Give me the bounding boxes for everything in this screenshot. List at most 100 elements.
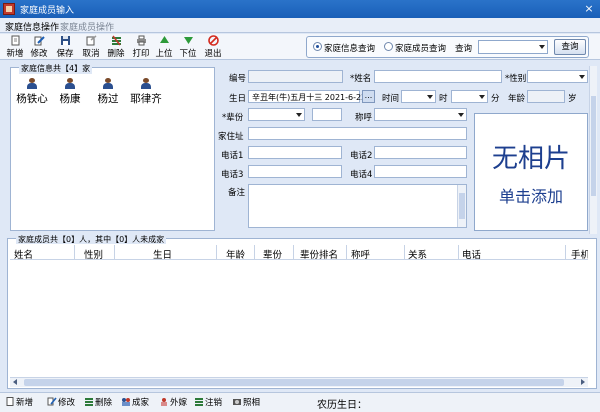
chevron-down-icon: [296, 113, 302, 117]
edit-icon: [47, 397, 57, 406]
member-new-label: 新增: [16, 398, 34, 408]
address-label: 家住址: [218, 132, 244, 142]
move-down-button[interactable]: 下位: [177, 35, 199, 59]
member-new-button[interactable]: 新增: [5, 396, 33, 408]
person-icon: [27, 78, 37, 89]
birth-label: 生日: [229, 94, 247, 104]
save-button[interactable]: 保存: [54, 35, 76, 59]
scroll-thumb[interactable]: [459, 193, 465, 219]
birth-field[interactable]: 辛丑年(牛)五月十三 2021-6-22: [248, 90, 366, 103]
col-divider: [565, 245, 566, 259]
gender-select[interactable]: [527, 70, 588, 83]
phone3-field[interactable]: [248, 165, 342, 178]
hour-select[interactable]: [401, 90, 436, 103]
family-item[interactable]: 耶律齐: [129, 78, 163, 106]
delete-button[interactable]: 删除: [105, 35, 127, 59]
edit-icon: [34, 36, 45, 46]
birth-value: 辛丑年(牛)五月十三 2021-6-22: [252, 93, 367, 102]
col-header[interactable]: 称呼: [351, 247, 370, 259]
exit-button[interactable]: 退出: [202, 35, 224, 59]
delete-icon: [111, 35, 121, 46]
family-item[interactable]: 杨康: [53, 78, 87, 106]
phone4-label: 电话4: [350, 170, 373, 180]
family-name: 杨铁心: [16, 93, 48, 105]
member-married-label: 成家: [132, 398, 150, 408]
chevron-down-icon: [579, 75, 585, 79]
minute-select[interactable]: [451, 90, 488, 103]
scroll-thumb[interactable]: [591, 96, 596, 196]
col-header[interactable]: 姓名: [14, 247, 33, 259]
person-icon: [103, 78, 113, 89]
cancel-icon: [86, 35, 96, 46]
members-panel: 家庭成员共【0】人，其中【0】人未成家: [7, 234, 597, 389]
member-deregister-label: 注销: [205, 398, 223, 408]
edit-button[interactable]: 修改: [28, 35, 50, 59]
col-header[interactable]: 电话: [462, 247, 481, 259]
query-label: 查询: [455, 44, 473, 54]
col-header[interactable]: 辈份排名: [300, 247, 338, 259]
title-select[interactable]: [374, 108, 467, 121]
save-icon: [60, 36, 70, 45]
phone1-field[interactable]: [248, 146, 342, 159]
generation-select[interactable]: [248, 108, 305, 121]
new-button[interactable]: 新增: [4, 35, 26, 59]
family-item[interactable]: 杨铁心: [15, 78, 49, 106]
query-combo[interactable]: [478, 40, 548, 54]
member-photo-button[interactable]: 照相: [232, 396, 260, 408]
col-divider: [114, 245, 115, 259]
phone4-field[interactable]: [374, 165, 467, 178]
col-header[interactable]: 生日: [153, 247, 172, 259]
generation-rank-field[interactable]: [312, 108, 342, 121]
chevron-down-icon: [539, 45, 545, 49]
col-divider: [254, 245, 255, 259]
close-button[interactable]: ×: [581, 2, 597, 16]
chevron-down-icon: [427, 95, 433, 99]
save-label: 保存: [56, 49, 74, 59]
photo-placeholder[interactable]: 无相片 单击添加: [474, 113, 588, 231]
search-panel: 家庭信息查询 家庭成员查询 查询 查询: [306, 36, 589, 58]
radio-member-search[interactable]: [384, 42, 393, 51]
col-header[interactable]: 辈份: [263, 247, 282, 259]
note-textarea[interactable]: [248, 184, 467, 228]
move-up-button[interactable]: 上位: [153, 35, 175, 59]
member-married-button[interactable]: 成家: [121, 396, 149, 408]
member-married-out-label: 外嫁: [170, 398, 188, 408]
family-name: 耶律齐: [130, 93, 162, 105]
name-field[interactable]: [374, 70, 502, 83]
address-field[interactable]: [248, 127, 467, 140]
delete-icon: [85, 398, 93, 406]
member-delete-button[interactable]: 删除: [84, 396, 112, 408]
cancel-label: 取消: [82, 49, 100, 59]
member-married-out-button[interactable]: 外嫁: [159, 396, 187, 408]
col-header[interactable]: 年龄: [226, 247, 245, 259]
scroll-right-icon[interactable]: [581, 379, 585, 385]
id-field[interactable]: [248, 70, 343, 83]
col-header[interactable]: 性别: [84, 247, 103, 259]
radio-family-search[interactable]: [313, 42, 322, 51]
scroll-thumb[interactable]: [24, 379, 564, 386]
cancel-button[interactable]: 取消: [80, 35, 102, 59]
note-scrollbar[interactable]: [457, 185, 466, 227]
person-icon: [141, 78, 151, 89]
scroll-left-icon[interactable]: [13, 379, 17, 385]
family-name: 杨过: [97, 93, 119, 105]
form-scrollbar[interactable]: [589, 66, 597, 234]
family-item[interactable]: 杨过: [91, 78, 125, 106]
query-button[interactable]: 查询: [554, 39, 586, 55]
family-name: 杨康: [59, 93, 81, 105]
new-label: 新增: [6, 49, 24, 59]
birth-picker-button[interactable]: ...: [362, 90, 375, 103]
print-button[interactable]: 打印: [130, 35, 152, 59]
exit-icon: [207, 35, 219, 46]
note-label: 备注: [228, 188, 246, 198]
tab-family-info[interactable]: 家庭信息操作: [5, 20, 59, 33]
col-header[interactable]: 关系: [408, 247, 427, 259]
tab-member-info[interactable]: 家庭成员操作: [60, 20, 114, 33]
phone2-field[interactable]: [374, 146, 467, 159]
col-header[interactable]: 手机: [571, 247, 588, 259]
col-divider: [346, 245, 347, 259]
members-hscrollbar[interactable]: [10, 377, 588, 387]
member-edit-button[interactable]: 修改: [47, 396, 75, 408]
photo-empty-text: 无相片: [491, 144, 570, 174]
member-deregister-button[interactable]: 注销: [194, 396, 222, 408]
